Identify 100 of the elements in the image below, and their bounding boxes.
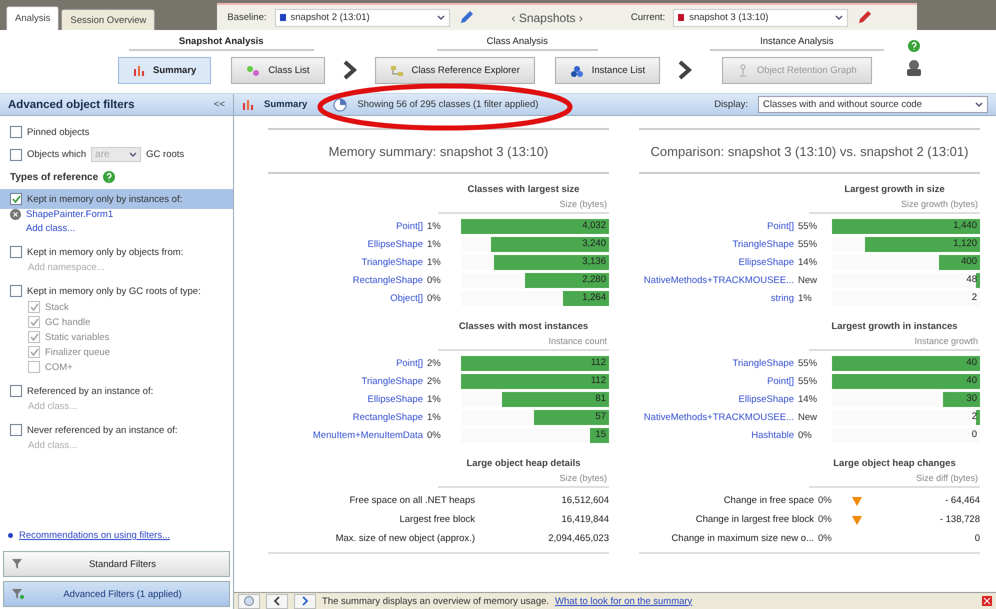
group-title: Instance Analysis (710, 36, 884, 51)
class-link[interactable]: EllipseShape (268, 238, 423, 250)
class-link[interactable]: TriangleShape (268, 256, 423, 268)
detail-label: Change in largest free block (694, 514, 814, 525)
value-text: 4,032 (582, 220, 606, 230)
checkbox[interactable] (28, 331, 40, 343)
class-link[interactable]: Point[] (639, 376, 794, 386)
checkbox[interactable] (10, 246, 22, 258)
unit-label: Size (bytes) (438, 195, 609, 214)
close-icon[interactable] (982, 596, 992, 606)
display-select[interactable]: Classes with and without source code (758, 96, 988, 113)
checkbox[interactable] (10, 424, 22, 436)
checkbox[interactable] (10, 385, 22, 397)
class-link[interactable]: NativeMethods+TRACKMOUSEE... (639, 412, 794, 422)
filters-button[interactable]: Standard Filters (3, 551, 230, 577)
snapshots-navigator[interactable]: ‹ Snapshots › (512, 10, 583, 24)
help-icon[interactable] (103, 171, 116, 183)
toolbar-button[interactable]: Class Reference Explorer (374, 57, 535, 84)
percent-text: 0% (818, 495, 833, 506)
progress-pie-icon (333, 98, 348, 112)
class-link[interactable]: TriangleShape (268, 376, 423, 386)
toolbar-button[interactable]: Class List (231, 57, 324, 84)
checkbox[interactable] (28, 301, 40, 313)
selected-filter-row[interactable]: Kept in memory only by instances of: (0, 189, 233, 209)
class-link[interactable]: EllipseShape (639, 394, 794, 404)
group-title: Snapshot Analysis (128, 36, 314, 51)
checkbox[interactable] (28, 361, 40, 373)
bar-chart-icon (242, 99, 254, 110)
help-link[interactable]: What to look for on the summary (555, 596, 692, 606)
tab[interactable]: Analysis (6, 6, 60, 30)
checkbox[interactable] (10, 285, 22, 297)
class-link[interactable]: EllipseShape (268, 394, 423, 404)
class-list-icon (246, 64, 260, 76)
dropdown-caret-icon[interactable] (436, 14, 444, 20)
class-link[interactable]: Object[] (268, 292, 423, 304)
percent-text: 0% (818, 514, 833, 525)
percent-text: 1% (798, 292, 813, 304)
value-text: 81 (595, 392, 606, 404)
filter-label: Kept in memory only by GC roots of type: (27, 286, 201, 296)
toolbar-button[interactable]: Summary (118, 57, 212, 84)
detail-label: Largest free block (398, 514, 475, 525)
tab[interactable]: Session Overview (61, 9, 156, 30)
add-link[interactable]: Add class... (10, 223, 223, 234)
toolbar-button[interactable]: Instance List (554, 57, 660, 84)
filter-label: Referenced by an instance of: (27, 386, 154, 396)
remove-icon[interactable] (10, 209, 21, 220)
help-icon[interactable] (908, 40, 920, 52)
filter-label: Objects which (27, 149, 86, 160)
checkbox[interactable] (10, 193, 22, 205)
checkbox[interactable] (10, 126, 22, 138)
percent-text: 0% (818, 533, 833, 544)
filters-button[interactable]: Advanced Filters (1 applied) (3, 581, 230, 607)
dropdown-caret-icon[interactable] (835, 14, 844, 20)
percent-text: 1% (427, 256, 442, 268)
snapshot-select[interactable]: snapshot 2 (13:01) (274, 8, 450, 26)
class-link[interactable]: string (639, 292, 794, 304)
detail-label: Change in maximum size new o... (670, 533, 814, 544)
value-text: 3,240 (582, 238, 606, 248)
snapshot-select[interactable]: snapshot 3 (13:10) (673, 8, 848, 26)
class-link[interactable]: Point[] (639, 220, 794, 232)
class-link[interactable]: ShapePainter.Form1 (26, 209, 114, 220)
value-text: 15 (595, 428, 606, 440)
value-text: 1,440 (953, 220, 977, 230)
class-link[interactable]: NativeMethods+TRACKMOUSEE... (639, 274, 794, 286)
class-link[interactable]: RectangleShape (268, 412, 423, 422)
class-link[interactable]: Point[] (268, 220, 423, 232)
info-button[interactable] (238, 594, 260, 608)
class-link[interactable]: EllipseShape (639, 256, 794, 268)
detail-value: 2,094,465,023 (547, 533, 609, 544)
dropdown-caret-icon[interactable] (975, 102, 983, 108)
header-title: Summary (264, 99, 308, 110)
class-link[interactable]: Hashtable (639, 430, 794, 440)
section-title: Large object heap details (465, 458, 582, 469)
instances-icon (570, 64, 584, 76)
value-text: 112 (590, 374, 606, 386)
checkbox[interactable] (28, 316, 40, 328)
percent-text: 1% (427, 394, 442, 404)
class-link[interactable]: RectangleShape (268, 274, 423, 286)
collapse-button[interactable]: << (214, 99, 225, 110)
class-link[interactable]: TriangleShape (639, 358, 794, 368)
percent-text: 1% (427, 412, 442, 422)
back-button[interactable] (266, 594, 288, 608)
percent-text: 0% (427, 430, 442, 440)
class-link[interactable]: MenuItem+MenuItemData (268, 430, 423, 440)
pencil-icon[interactable] (856, 10, 872, 26)
value-text: 0 (972, 428, 977, 440)
unit-label: Size growth (bytes) (809, 195, 980, 214)
column-title: Comparison: snapshot 3 (13:10) vs. snapshot 2 (13:01) (639, 128, 980, 174)
class-link[interactable]: Point[] (268, 358, 423, 368)
percent-text: 14% (798, 394, 818, 404)
section-title: Large object heap changes (832, 458, 957, 469)
display-label: Display: (714, 99, 748, 110)
checkbox[interactable] (28, 346, 40, 358)
section-title: Classes with most instances (458, 321, 590, 332)
value-text: 3,136 (582, 256, 606, 266)
class-link[interactable]: TriangleShape (639, 238, 794, 250)
recommendations-link[interactable]: Recommendations on using filters... (19, 530, 170, 541)
unit-label: Instance count (438, 332, 609, 351)
forward-button[interactable] (294, 594, 316, 608)
percent-text: 55% (798, 238, 818, 250)
